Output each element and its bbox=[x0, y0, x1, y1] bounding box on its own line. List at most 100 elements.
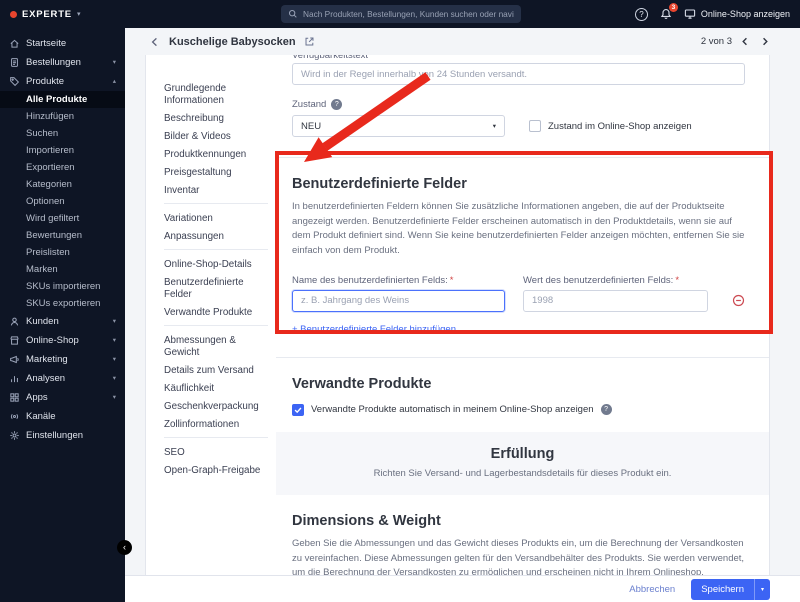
chevron-down-icon: ▾ bbox=[112, 394, 116, 401]
cancel-button[interactable]: Abbrechen bbox=[629, 584, 675, 595]
home-icon bbox=[9, 38, 20, 49]
sidebar-item-produkte[interactable]: Produkte ▴ bbox=[0, 72, 125, 91]
subnav-online-shop-details[interactable]: Online-Shop-Details bbox=[164, 259, 268, 271]
subnav-benutzerdefinierte-felder[interactable]: Benutzerdefinierte Felder bbox=[164, 277, 268, 301]
remove-custom-field-button[interactable] bbox=[732, 290, 745, 312]
sidebar-subitem-hinzufuegen[interactable]: Hinzufügen bbox=[0, 108, 125, 125]
subnav-verwandte-produkte[interactable]: Verwandte Produkte bbox=[164, 307, 268, 319]
custom-field-value-input[interactable] bbox=[523, 289, 708, 312]
sidebar-item-einstellungen[interactable]: Einstellungen bbox=[0, 426, 125, 445]
dimensions-description: Geben Sie die Abmessungen und das Gewich… bbox=[292, 537, 745, 575]
sidebar-subitem-preislisten[interactable]: Preislisten bbox=[0, 244, 125, 261]
back-button[interactable] bbox=[149, 36, 161, 48]
sidebar-item-startseite[interactable]: Startseite bbox=[0, 34, 125, 53]
subnav-zollinformationen[interactable]: Zollinformationen bbox=[164, 419, 268, 431]
sidebar-subitem-suchen[interactable]: Suchen bbox=[0, 125, 125, 142]
divider bbox=[276, 356, 769, 358]
availability-text-label: Verfügbarkeitstext bbox=[292, 55, 745, 60]
related-products-checkbox[interactable] bbox=[292, 403, 304, 416]
sidebar-item-analysen[interactable]: Analysen ▾ bbox=[0, 369, 125, 388]
notifications-button[interactable]: 3 bbox=[660, 3, 678, 20]
dimensions-section: Dimensions & Weight Geben Sie die Abmess… bbox=[292, 513, 745, 575]
sidebar-subitem-kategorien[interactable]: Kategorien bbox=[0, 176, 125, 193]
add-custom-field-link[interactable]: + Benutzerdefinierte Felder hinzufügen bbox=[292, 324, 456, 335]
sidebar: Startseite Bestellungen ▾ Produkte ▴ All… bbox=[0, 28, 125, 602]
chevron-left-icon bbox=[742, 37, 747, 46]
show-condition-checkbox-label: Zustand im Online-Shop anzeigen bbox=[548, 120, 692, 132]
pagination-label: 2 von 3 bbox=[700, 36, 732, 47]
subnav-kaeuflichkeit[interactable]: Käuflichkeit bbox=[164, 383, 268, 395]
related-products-title: Verwandte Produkte bbox=[292, 375, 432, 392]
global-search[interactable] bbox=[281, 5, 521, 23]
product-form: Verfügbarkeitstext Zustand ? NEU ▾ Zusta… bbox=[276, 55, 769, 575]
condition-row: NEU ▾ Zustand im Online-Shop anzeigen bbox=[292, 115, 745, 137]
marketing-icon bbox=[9, 354, 20, 365]
subnav-geschenkverpackung[interactable]: Geschenkverpackung bbox=[164, 401, 268, 413]
sidebar-item-bestellungen[interactable]: Bestellungen ▾ bbox=[0, 53, 125, 72]
sidebar-subitem-wird-gefiltert[interactable]: Wird gefiltert bbox=[0, 210, 125, 227]
condition-select-value: NEU bbox=[301, 120, 322, 132]
fulfillment-header: Erfüllung Richten Sie Versand- und Lager… bbox=[276, 431, 769, 495]
check-icon bbox=[294, 407, 302, 414]
custom-field-name-input[interactable] bbox=[292, 289, 505, 312]
dimensions-title: Dimensions & Weight bbox=[292, 512, 441, 529]
subnav-anpassungen[interactable]: Anpassungen bbox=[164, 231, 268, 243]
product-form-card: Grundlegende Informationen Beschreibung … bbox=[145, 55, 770, 575]
subnav-open-graph-freigabe[interactable]: Open-Graph-Freigabe bbox=[164, 465, 268, 477]
custom-field-value-label: Wert des benutzerdefinierten Felds: * bbox=[523, 274, 680, 286]
sidebar-item-marketing[interactable]: Marketing ▾ bbox=[0, 350, 125, 369]
subnav-details-zum-versand[interactable]: Details zum Versand bbox=[164, 365, 268, 377]
sidebar-subitem-skus-exportieren[interactable]: SKUs exportieren bbox=[0, 295, 125, 312]
sidebar-subitem-optionen[interactable]: Optionen bbox=[0, 193, 125, 210]
subnav-bilder-videos[interactable]: Bilder & Videos bbox=[164, 131, 268, 143]
view-storefront-button[interactable]: Online-Shop anzeigen bbox=[684, 8, 790, 20]
store-switcher[interactable]: EXPERTE ▾ bbox=[10, 0, 80, 28]
subnav-variationen[interactable]: Variationen bbox=[164, 213, 268, 225]
divider bbox=[276, 157, 769, 158]
subnav-produktkennungen[interactable]: Produktkennungen bbox=[164, 149, 268, 161]
help-icon[interactable]: ? bbox=[331, 99, 343, 110]
custom-fields-description: In benutzerdefinierten Feldern können Si… bbox=[292, 201, 745, 257]
subnav-grundlegende-informationen[interactable]: Grundlegende Informationen bbox=[164, 83, 268, 107]
sidebar-subitem-bewertungen[interactable]: Bewertungen bbox=[0, 227, 125, 244]
subnav-inventar[interactable]: Inventar bbox=[164, 185, 268, 197]
subnav-seo[interactable]: SEO bbox=[164, 447, 268, 459]
save-dropdown-caret[interactable]: ▾ bbox=[753, 578, 770, 600]
subnav-abmessungen-gewicht[interactable]: Abmessungen & Gewicht bbox=[164, 335, 268, 359]
sidebar-item-kunden[interactable]: Kunden ▾ bbox=[0, 312, 125, 331]
availability-text-input[interactable] bbox=[292, 63, 745, 85]
page-title: Kuschelige Babysocken bbox=[169, 35, 296, 48]
sidebar-subitem-exportieren[interactable]: Exportieren bbox=[0, 159, 125, 176]
condition-select[interactable]: NEU ▾ bbox=[292, 115, 505, 137]
show-condition-checkbox-row[interactable]: Zustand im Online-Shop anzeigen bbox=[529, 120, 692, 132]
save-button[interactable]: Speichern bbox=[691, 579, 754, 600]
sidebar-item-kanaele[interactable]: Kanäle bbox=[0, 407, 125, 426]
subnav-preisgestaltung[interactable]: Preisgestaltung bbox=[164, 167, 268, 179]
chevron-down-icon: ▾ bbox=[760, 586, 764, 593]
next-product-button[interactable] bbox=[759, 36, 770, 47]
sidebar-collapse-toggle[interactable]: ‹ bbox=[117, 540, 132, 555]
sidebar-item-online-shop[interactable]: Online-Shop ▾ bbox=[0, 331, 125, 350]
sidebar-subitem-marken[interactable]: Marken bbox=[0, 261, 125, 278]
analytics-icon bbox=[9, 373, 20, 384]
main-content: Kuschelige Babysocken 2 von 3 Grundlegen… bbox=[125, 28, 800, 602]
products-icon bbox=[9, 76, 20, 87]
sidebar-subitem-importieren[interactable]: Importieren bbox=[0, 142, 125, 159]
sidebar-subitem-alle-produkte[interactable]: Alle Produkte bbox=[0, 91, 125, 108]
help-button[interactable]: ? bbox=[634, 7, 648, 21]
external-link-icon[interactable] bbox=[304, 36, 315, 47]
sidebar-item-apps[interactable]: Apps ▾ bbox=[0, 388, 125, 407]
brand-name: EXPERTE bbox=[22, 8, 72, 20]
show-condition-checkbox[interactable] bbox=[529, 120, 541, 132]
global-search-input[interactable] bbox=[303, 9, 514, 19]
required-marker: * bbox=[449, 274, 454, 286]
chevron-down-icon: ▾ bbox=[112, 59, 116, 66]
related-products-checkbox-row[interactable]: Verwandte Produkte automatisch in meinem… bbox=[292, 403, 745, 416]
custom-field-name-col: Name des benutzerdefinierten Felds: * bbox=[292, 275, 505, 312]
subnav-beschreibung[interactable]: Beschreibung bbox=[164, 113, 268, 125]
sidebar-subitem-skus-importieren[interactable]: SKUs importieren bbox=[0, 278, 125, 295]
previous-product-button[interactable] bbox=[740, 36, 751, 47]
minus-circle-icon bbox=[732, 295, 745, 307]
arrow-left-icon bbox=[151, 37, 157, 46]
help-icon[interactable]: ? bbox=[600, 404, 612, 416]
